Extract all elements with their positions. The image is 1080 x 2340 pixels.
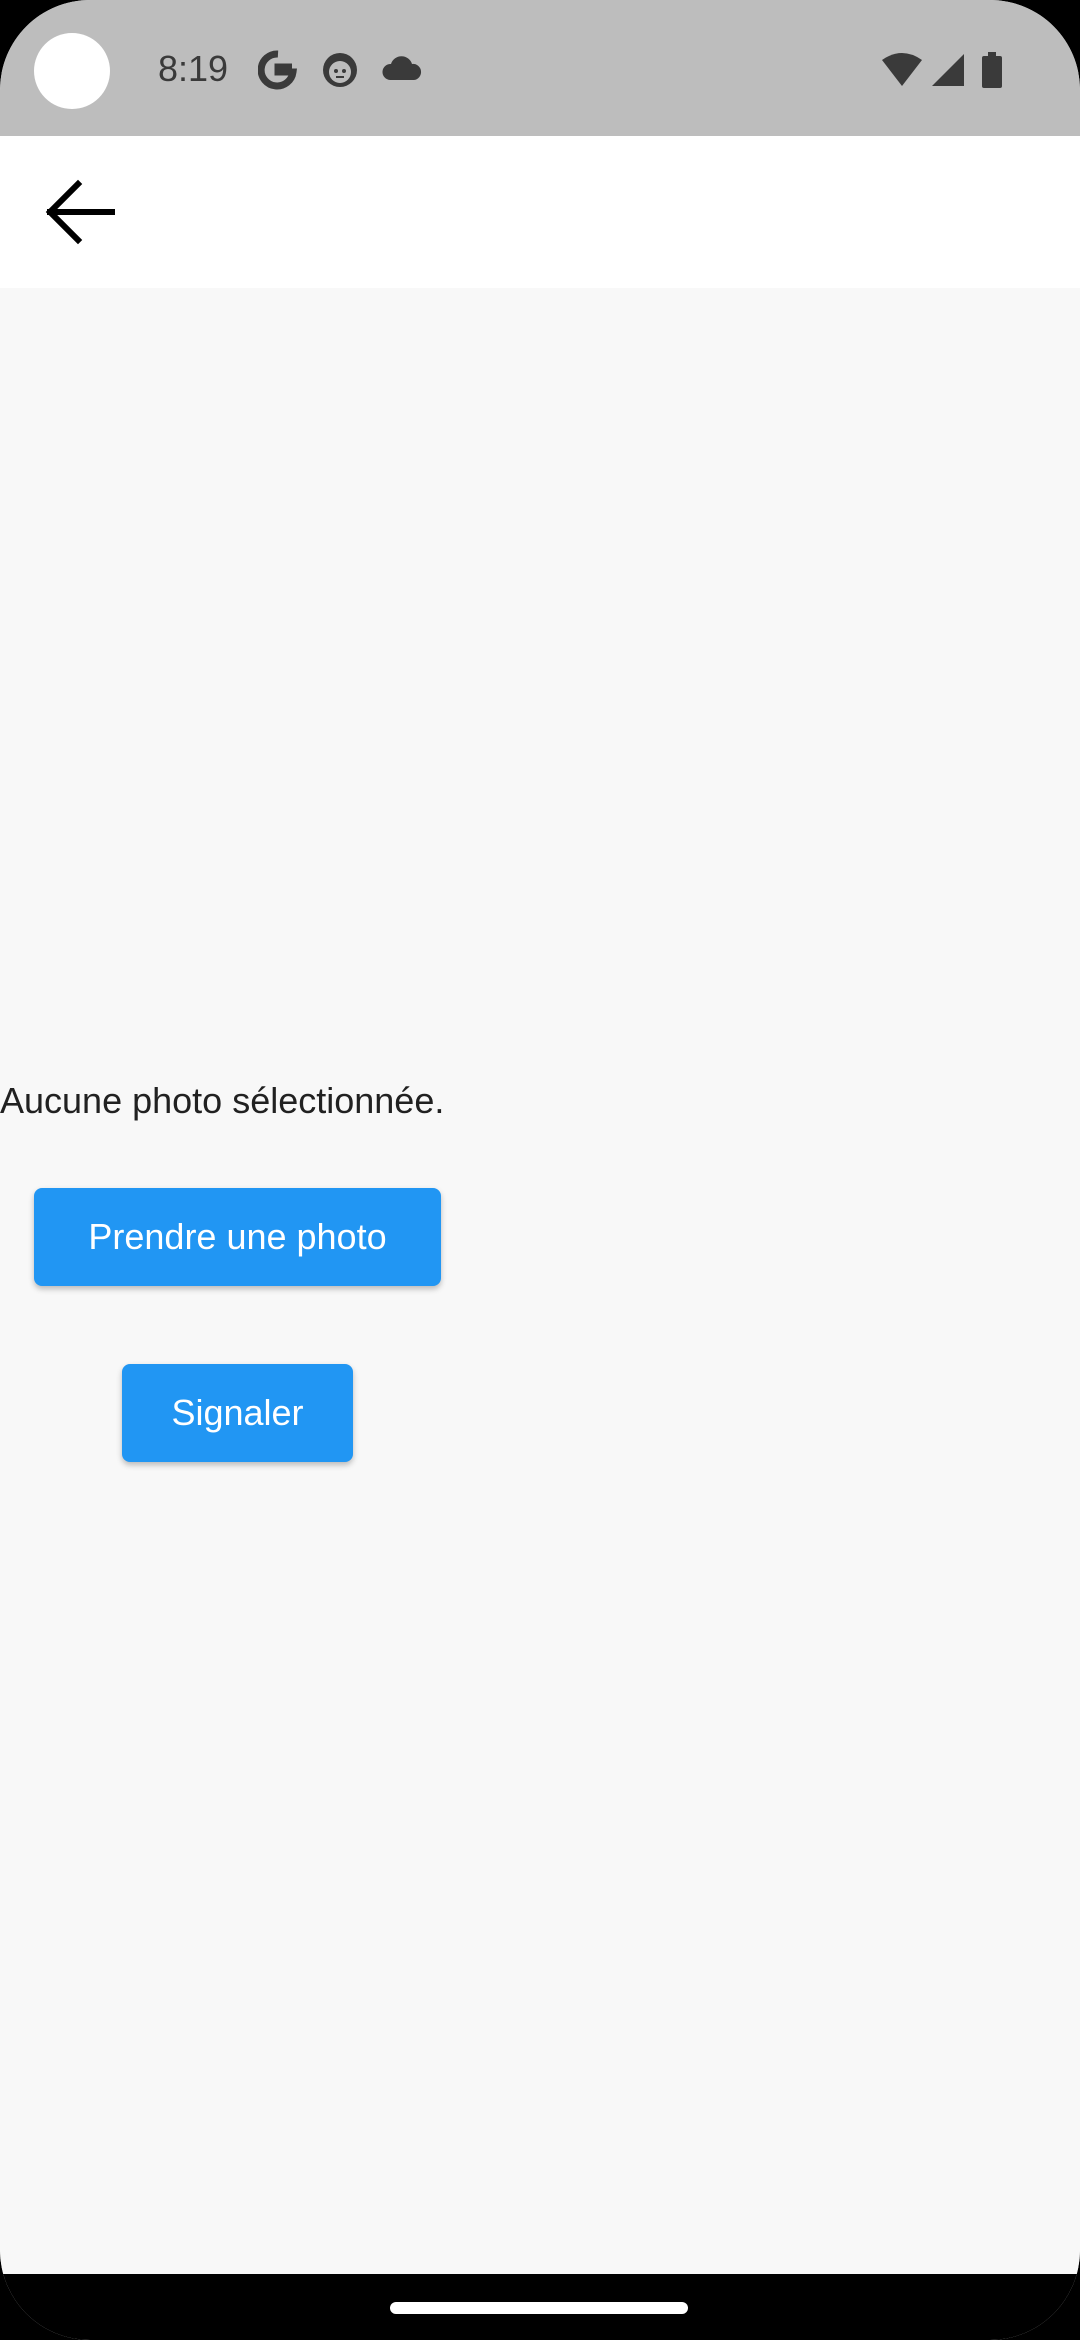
arrow-back-icon: [45, 179, 115, 245]
no-photo-text: Aucune photo sélectionnée.: [0, 1080, 445, 1121]
cloud-icon: [380, 50, 422, 90]
take-photo-button[interactable]: Prendre une photo: [34, 1188, 441, 1286]
camera-cutout: [34, 33, 110, 109]
navigation-bar: [0, 2274, 1080, 2340]
face-icon: [320, 50, 360, 90]
status-bar: 8:19: [0, 0, 1080, 136]
back-button[interactable]: [24, 156, 136, 268]
app-bar: [0, 136, 1080, 288]
device-frame: 8:19 Aucune photo sélectionnée. Prendre …: [0, 0, 1080, 2340]
google-icon: [257, 50, 298, 90]
report-button[interactable]: Signaler: [122, 1364, 353, 1462]
status-time: 8:19: [158, 48, 229, 89]
main-content: Aucune photo sélectionnée. Prendre une p…: [0, 288, 1080, 2274]
home-gesture-handle[interactable]: [390, 2302, 688, 2314]
screen: 8:19 Aucune photo sélectionnée. Prendre …: [0, 0, 1080, 2340]
signal-icon: [928, 50, 968, 90]
battery-icon: [980, 50, 1004, 90]
wifi-icon: [880, 50, 924, 90]
